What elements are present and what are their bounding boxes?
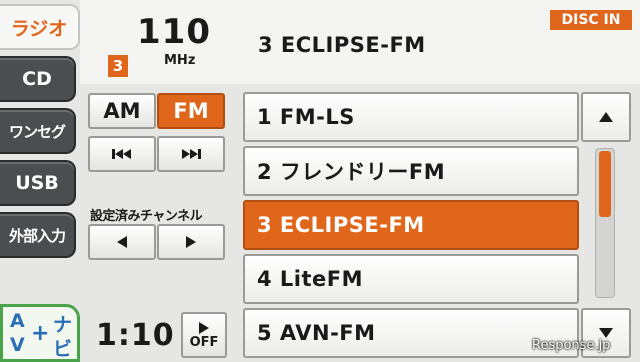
av-navi-button[interactable]: A V + ナ ビ [0,304,80,362]
audio-screen: ラジオ CD ワンセグ USB 外部入力 A V + ナ ビ 3 110 MHz… [0,0,640,362]
tab-oneseg[interactable]: ワンセグ [0,108,76,154]
station-item-label: 1 FM-LS [257,105,355,129]
seek-forward-button[interactable] [157,136,225,172]
clock-display: 1:10 [96,318,175,353]
station-item-label: 5 AVN-FM [257,321,376,345]
tab-radio[interactable]: ラジオ [0,4,80,50]
tab-oneseg-label: ワンセグ [8,122,66,141]
station-item-4[interactable]: 4 LiteFM [243,254,579,304]
av-v-label: V [10,334,25,356]
station-item-label: 2 フレンドリーFM [257,160,446,184]
av-plus-label: + [31,321,50,346]
tab-external-input-label: 外部入力 [8,226,66,245]
station-item-2[interactable]: 2 フレンドリーFM [243,146,579,196]
disc-in-badge: DISC IN [550,10,632,30]
preset-channel-label: 設定済みチャンネル [90,209,203,224]
power-off-button[interactable]: OFF [181,312,227,358]
navi-na-label: ナ [53,314,73,336]
tab-usb[interactable]: USB [0,160,76,206]
play-triangle-icon [199,321,209,334]
station-item-label: 3 ECLIPSE-FM [257,213,425,237]
preset-next-button[interactable] [157,224,225,260]
station-item-label: 4 LiteFM [257,267,364,291]
tab-usb-label: USB [15,172,59,194]
fm-button[interactable]: FM [157,93,225,129]
frequency-display: 110 [137,12,211,52]
power-off-label: OFF [189,334,219,350]
preset-number-badge: 3 [108,55,128,77]
triangle-left-icon [117,236,127,248]
skip-back-icon [112,149,131,159]
tab-external-input[interactable]: 外部入力 [0,212,76,258]
current-station-name: 3 ECLIPSE-FM [258,33,426,57]
av-a-label: A [10,310,25,332]
station-list: 1 FM-LS 2 フレンドリーFM 3 ECLIPSE-FM 4 LiteFM… [243,92,581,362]
scrollbar-track[interactable] [595,148,615,298]
station-item-3[interactable]: 3 ECLIPSE-FM [243,200,579,250]
tab-cd[interactable]: CD [0,56,76,102]
scrollbar-thumb[interactable] [599,151,611,217]
station-item-5[interactable]: 5 AVN-FM [243,308,579,358]
seek-back-button[interactable] [88,136,156,172]
fm-button-label: FM [173,99,209,123]
navi-bi-label: ビ [53,338,73,360]
station-item-1[interactable]: 1 FM-LS [243,92,579,142]
skip-forward-icon [182,149,201,159]
tab-cd-label: CD [22,68,52,90]
preset-prev-button[interactable] [88,224,156,260]
am-button[interactable]: AM [88,93,156,129]
frequency-unit: MHz [164,53,196,68]
tab-radio-label: ラジオ [10,17,68,40]
scroll-up-button[interactable] [581,92,631,142]
triangle-up-icon [599,112,613,122]
triangle-right-icon [186,236,196,248]
watermark-text: Response.jp [532,338,611,353]
am-button-label: AM [103,99,141,123]
